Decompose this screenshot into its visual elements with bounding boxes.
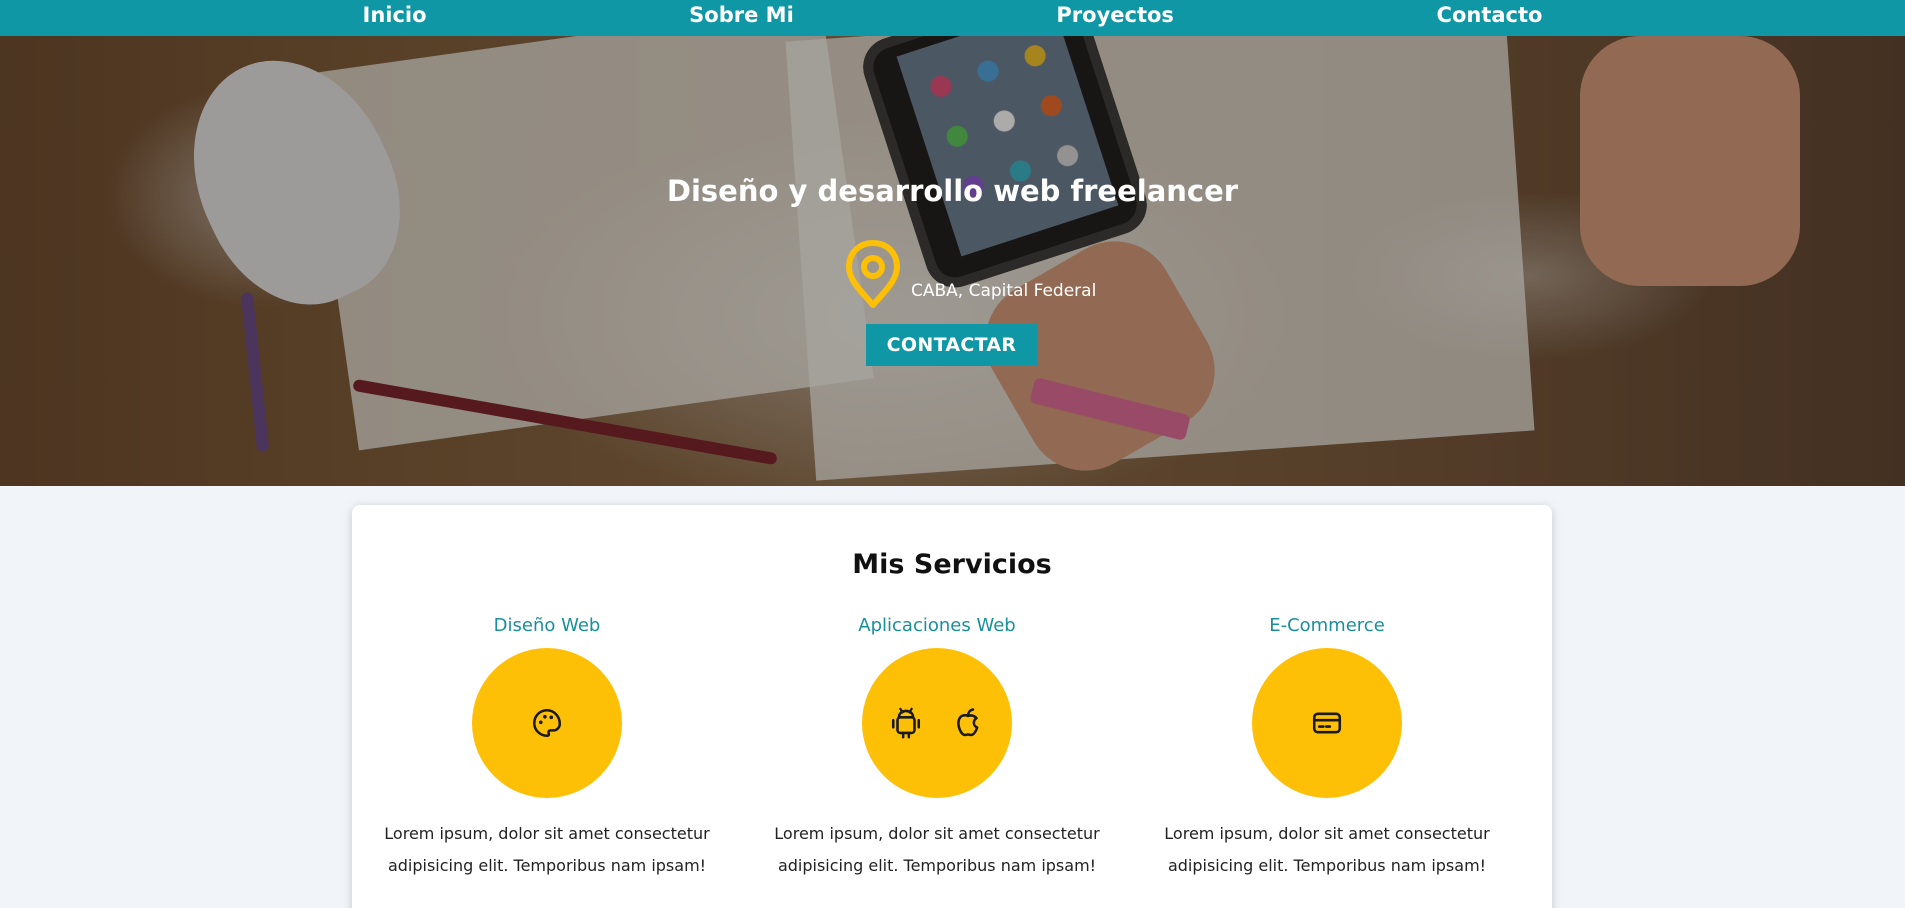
apple-icon bbox=[957, 708, 979, 737]
map-pin-icon bbox=[846, 240, 900, 308]
nav-list: Inicio Sobre Mi Proyectos Contacto bbox=[363, 3, 1543, 33]
nav-link-sobre-mi[interactable]: Sobre Mi bbox=[689, 3, 794, 33]
palette-icon bbox=[532, 708, 562, 738]
service-item-diseno-web: Diseño Web Lorem ipsum, dolor sit amet c… bbox=[352, 615, 742, 882]
service-name: E-Commerce bbox=[1269, 615, 1385, 636]
nav-link-proyectos[interactable]: Proyectos bbox=[1056, 3, 1174, 33]
service-name: Aplicaciones Web bbox=[858, 615, 1016, 636]
service-name: Diseño Web bbox=[493, 615, 601, 636]
hero-section: Diseño y desarrollo web freelancer CABA,… bbox=[0, 36, 1905, 486]
location-text: CABA, Capital Federal bbox=[911, 281, 1097, 301]
android-icon bbox=[891, 707, 921, 739]
service-description: Lorem ipsum, dolor sit amet consectetur … bbox=[384, 824, 710, 875]
service-item-aplicaciones-web: Aplicaciones Web Lorem ipsum, dolor sit … bbox=[742, 615, 1132, 882]
nav-link-contacto[interactable]: Contacto bbox=[1437, 3, 1543, 33]
service-item-e-commerce: E-Commerce Lorem ipsum, dolor sit amet c… bbox=[1132, 615, 1522, 882]
credit-card-icon bbox=[1312, 712, 1342, 734]
hero-title: Diseño y desarrollo web freelancer bbox=[666, 174, 1239, 208]
services-card: Mis Servicios Diseño Web Lorem ipsum, do… bbox=[352, 505, 1552, 908]
top-navbar: Inicio Sobre Mi Proyectos Contacto bbox=[0, 0, 1905, 36]
service-description: Lorem ipsum, dolor sit amet consectetur … bbox=[1164, 824, 1490, 875]
service-icon-circle bbox=[862, 648, 1012, 798]
service-icon-circle bbox=[1252, 648, 1402, 798]
hero-content: Diseño y desarrollo web freelancer CABA,… bbox=[0, 36, 1905, 486]
contact-button[interactable]: CONTACTAR bbox=[866, 324, 1037, 366]
service-icon-circle bbox=[472, 648, 622, 798]
hero-location: CABA, Capital Federal bbox=[843, 239, 1096, 309]
service-description: Lorem ipsum, dolor sit amet consectetur … bbox=[774, 824, 1100, 875]
nav-link-inicio[interactable]: Inicio bbox=[363, 3, 427, 33]
services-title: Mis Servicios bbox=[852, 549, 1052, 580]
